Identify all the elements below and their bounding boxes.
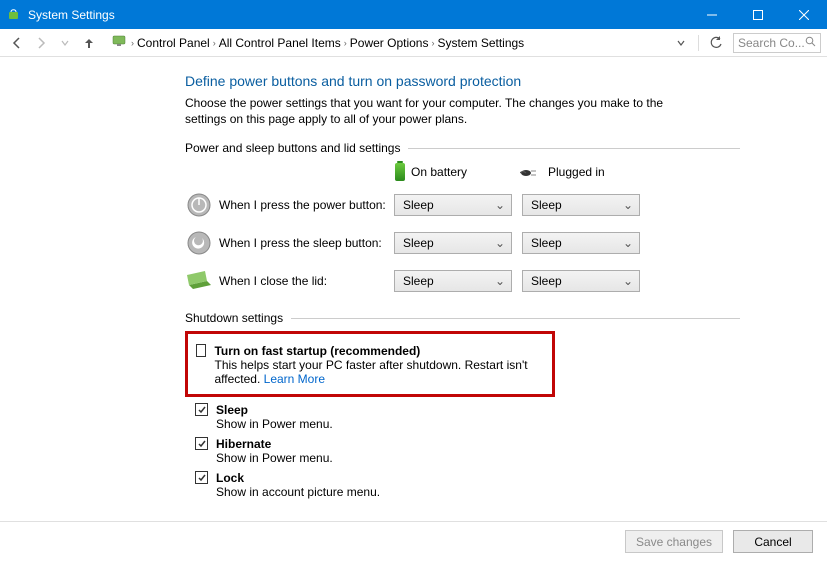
hibernate-desc: Show in Power menu. [216,451,333,465]
plug-icon [520,167,542,177]
section-title: Power and sleep buttons and lid settings [185,141,400,155]
power-button-plugged-dropdown[interactable]: Sleep⌄ [522,194,640,216]
power-button-battery-dropdown[interactable]: Sleep⌄ [394,194,512,216]
window-controls [689,0,827,29]
setting-label: When I press the sleep button: [219,236,394,250]
setting-label: When I press the power button: [219,198,394,212]
app-icon [6,7,22,23]
hibernate-checkbox[interactable] [195,437,208,450]
power-icon [185,191,213,219]
lid-plugged-dropdown[interactable]: Sleep⌄ [522,270,640,292]
sleep-icon [185,229,213,257]
hibernate-label: Hibernate [216,437,333,451]
lock-desc: Show in account picture menu. [216,485,380,499]
chevron-right-icon: › [131,38,134,48]
chevron-down-icon: ⌄ [495,236,505,250]
chevron-down-icon: ⌄ [623,236,633,250]
chevron-right-icon: › [431,38,434,48]
sleep-button-battery-dropdown[interactable]: Sleep⌄ [394,232,512,254]
section-header-power-sleep: Power and sleep buttons and lid settings [185,141,740,155]
lock-checkbox[interactable] [195,471,208,484]
sleep-button-row: When I press the sleep button: Sleep⌄ Sl… [185,229,740,257]
sleep-button-plugged-dropdown[interactable]: Sleep⌄ [522,232,640,254]
refresh-button[interactable] [705,32,727,54]
breadcrumb: › Control Panel › All Control Panel Item… [112,35,668,50]
minimize-button[interactable] [689,0,735,29]
breadcrumb-item[interactable]: Control Panel [137,36,210,50]
chevron-down-icon: ⌄ [495,274,505,288]
search-input[interactable]: Search Co... [733,33,821,53]
on-battery-label: On battery [395,163,520,181]
search-icon [805,36,816,50]
titlebar: System Settings [0,0,827,29]
breadcrumb-item[interactable]: Power Options [350,36,429,50]
learn-more-link[interactable]: Learn More [264,372,325,386]
lid-row: When I close the lid: Sleep⌄ Sleep⌄ [185,267,740,295]
breadcrumb-item[interactable]: All Control Panel Items [219,36,341,50]
window-title: System Settings [28,8,689,22]
page-description: Choose the power settings that you want … [185,95,705,127]
toolbar: › Control Panel › All Control Panel Item… [0,29,827,57]
lock-label: Lock [216,471,380,485]
laptop-icon [185,267,213,295]
chevron-right-icon: › [344,38,347,48]
chevron-down-icon: ⌄ [495,198,505,212]
chevron-right-icon: › [213,38,216,48]
power-button-row: When I press the power button: Sleep⌄ Sl… [185,191,740,219]
close-button[interactable] [781,0,827,29]
chevron-down-icon: ⌄ [623,198,633,212]
fast-startup-checkbox[interactable] [196,344,206,357]
maximize-button[interactable] [735,0,781,29]
pc-icon [112,35,128,50]
fast-startup-desc: This helps start your PC faster after sh… [214,358,544,386]
chevron-down-icon: ⌄ [623,274,633,288]
save-button[interactable]: Save changes [625,530,723,553]
section-header-shutdown: Shutdown settings [185,311,740,325]
cancel-button[interactable]: Cancel [733,530,813,553]
fast-startup-highlight: Turn on fast startup (recommended) This … [185,331,555,397]
battery-icon [395,163,405,181]
page-title: Define power buttons and turn on passwor… [185,73,740,89]
sleep-checkbox[interactable] [195,403,208,416]
lid-battery-dropdown[interactable]: Sleep⌄ [394,270,512,292]
setting-label: When I close the lid: [219,274,394,288]
back-button[interactable] [6,32,28,54]
sleep-desc: Show in Power menu. [216,417,333,431]
recent-dropdown[interactable] [54,32,76,54]
chevron-down-icon[interactable] [670,32,692,54]
forward-button[interactable] [30,32,52,54]
breadcrumb-item[interactable]: System Settings [437,36,524,50]
search-placeholder: Search Co... [738,36,805,50]
content: Define power buttons and turn on passwor… [0,57,827,521]
plugged-in-label: Plugged in [520,163,650,181]
fast-startup-label: Turn on fast startup (recommended) [214,344,544,358]
sleep-label: Sleep [216,403,333,417]
section-title: Shutdown settings [185,311,283,325]
footer: Save changes Cancel [0,521,827,561]
up-button[interactable] [78,32,100,54]
